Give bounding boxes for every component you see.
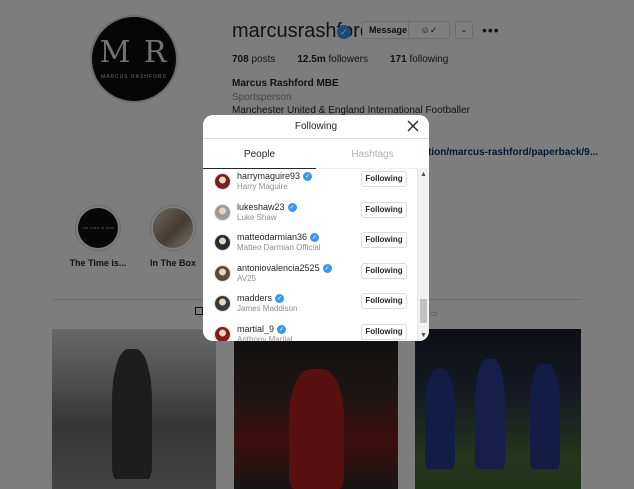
following-list[interactable]: harrymaguire93 ✓ Harry Maguire Following luk… (203, 169, 429, 341)
verified-badge-icon: ✓ (322, 263, 332, 273)
list-item[interactable]: martial_9 ✓ Anthony Martial Following (203, 322, 415, 341)
verified-badge-icon: ✓ (277, 325, 287, 334)
scrollbar[interactable]: ▲ ▼ (417, 169, 429, 341)
following-button[interactable]: Following (361, 232, 407, 249)
user-full-name: Harry Maguire (237, 182, 288, 191)
modal-title: Following (294, 121, 338, 132)
list-item[interactable]: lukeshaw23 ✓ Luke Shaw Following (203, 200, 415, 231)
user-username[interactable]: martial_9 ✓ (237, 324, 287, 334)
user-full-name: James Maddison (237, 304, 298, 314)
user-username[interactable]: lukeshaw23 ✓ (237, 202, 297, 212)
tab-hashtags[interactable]: Hashtags (316, 139, 429, 168)
following-button[interactable]: Following (361, 201, 407, 218)
scroll-down-icon[interactable]: ▼ (420, 332, 427, 339)
scrollbar-thumb[interactable] (420, 299, 427, 323)
following-button[interactable]: Following (361, 293, 407, 310)
avatar[interactable] (214, 203, 231, 221)
user-full-name: Luke Shaw (237, 212, 277, 222)
close-icon[interactable] (405, 118, 421, 134)
list-item[interactable]: antoniovalencia2525 ✓ AV25 Following (203, 261, 415, 292)
modal-header: Following (203, 115, 429, 139)
list-item[interactable]: harrymaguire93 ✓ Harry Maguire Following (203, 169, 415, 200)
following-button[interactable]: Following (361, 324, 407, 340)
list-item[interactable]: madders ✓ James Maddison Following (203, 291, 415, 322)
user-full-name: Anthony Martial (237, 335, 293, 341)
following-modal: Following People Hashtags harrymaguire93… (203, 115, 429, 341)
user-username[interactable]: madders ✓ (237, 293, 285, 304)
user-full-name: Matteo Darmian Official (237, 243, 321, 253)
verified-badge-icon: ✓ (287, 202, 297, 212)
following-button[interactable]: Following (361, 262, 407, 279)
list-item[interactable]: matteodarmian36 ✓ Matteo Darmian Official F… (203, 230, 415, 261)
scroll-up-icon[interactable]: ▲ (420, 171, 427, 178)
modal-tabs: People Hashtags (203, 139, 429, 169)
avatar[interactable] (214, 295, 231, 313)
user-username[interactable]: harrymaguire93 ✓ (237, 171, 313, 181)
following-button[interactable]: Following (361, 171, 407, 187)
verified-badge-icon: ✓ (310, 233, 320, 243)
verified-badge-icon: ✓ (303, 172, 313, 181)
avatar[interactable] (214, 326, 231, 341)
user-username[interactable]: matteodarmian36 ✓ (237, 232, 320, 243)
avatar[interactable] (214, 234, 231, 252)
avatar[interactable] (214, 173, 231, 190)
tab-people[interactable]: People (203, 139, 316, 168)
user-full-name: AV25 (237, 273, 256, 283)
verified-badge-icon: ✓ (275, 294, 285, 304)
user-username[interactable]: antoniovalencia2525 ✓ (237, 263, 332, 273)
avatar[interactable] (214, 264, 231, 282)
